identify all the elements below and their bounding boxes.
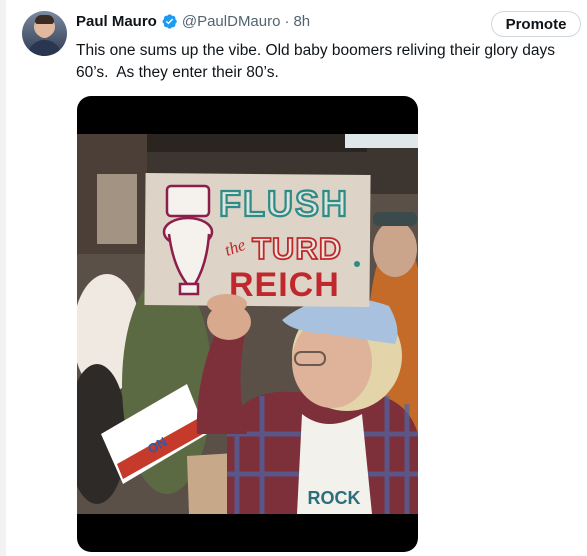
protest-photo: ON ROCK FLUSH the TURD REICH [77,134,418,514]
protester-woman: ROCK [196,297,418,514]
left-gutter [0,0,6,556]
photo-illustration: ON ROCK FLUSH the TURD REICH [77,134,418,514]
sign-line-3: REICH [229,266,340,304]
tweet-view: Paul Mauro @PaulDMauro · 8h Promote This… [0,0,587,556]
avatar[interactable] [22,11,67,56]
author-handle[interactable]: @PaulDMauro [182,13,281,30]
sign-line-2: TURD [252,231,342,266]
main-protest-sign: FLUSH the TURD REICH [144,173,371,307]
shirt-text: ROCK [308,488,361,508]
author-name[interactable]: Paul Mauro [76,13,157,30]
sign-line-1: FLUSH [219,183,349,224]
avatar-hair [35,15,54,24]
tweet-media[interactable]: ON ROCK FLUSH the TURD REICH [77,96,418,552]
verified-badge-icon[interactable] [161,13,178,30]
separator-dot: · [284,13,290,30]
avatar-suit [28,40,61,56]
tweet-header: Paul Mauro @PaulDMauro · 8h [76,13,310,30]
timestamp[interactable]: 8h [293,13,310,30]
tweet-text: This one sums up the vibe. Old baby boom… [76,42,556,81]
promote-button[interactable]: Promote [491,11,581,37]
